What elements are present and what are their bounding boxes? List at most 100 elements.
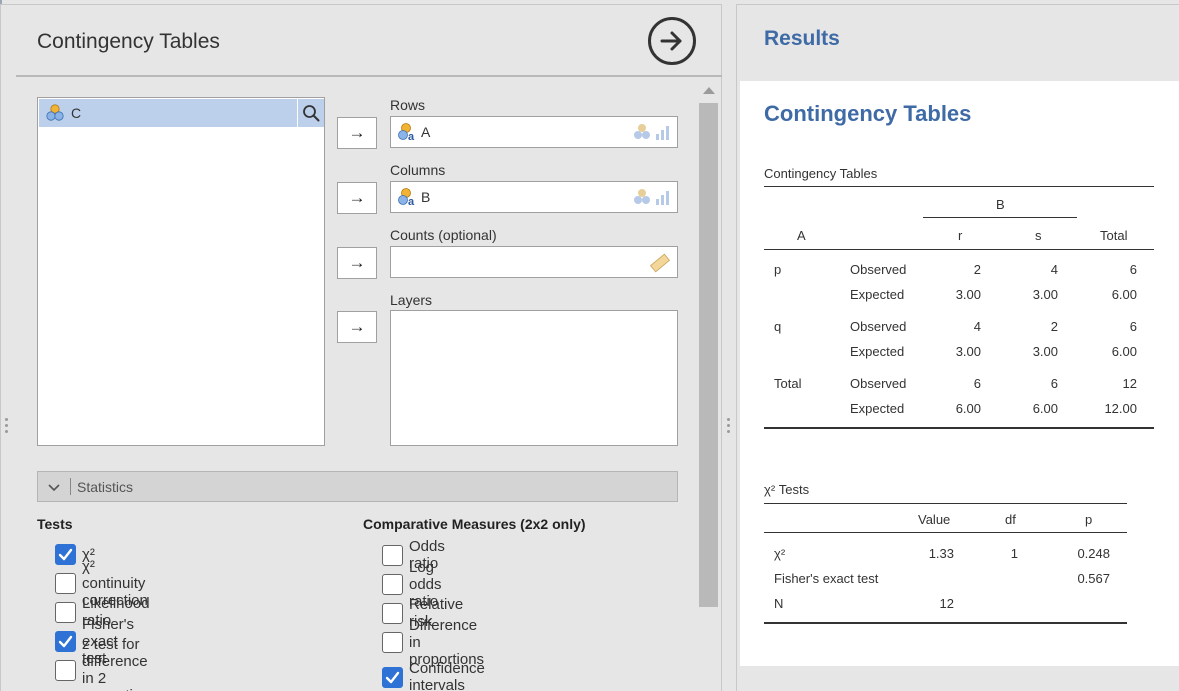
header-divider [16, 75, 722, 77]
chi-cell-p: 0.567 [1077, 571, 1110, 586]
table-rule [764, 503, 1127, 504]
comparative-option[interactable]: Log odds ratio [382, 559, 442, 610]
arrow-right-icon: → [348, 253, 366, 272]
svg-text:a: a [408, 131, 415, 142]
ct-cell-col2: 6.00 [1032, 401, 1058, 416]
results-title: Results [764, 27, 840, 50]
test-option-label: z test for difference in 2 proportions [82, 636, 157, 691]
ct-row-type: Expected [850, 287, 905, 302]
search-button[interactable] [297, 99, 324, 127]
results-heading: Contingency Tables [764, 101, 972, 126]
ct-cell-col1: 2 [973, 262, 981, 277]
ct-cell-total: 12.00 [1104, 401, 1137, 416]
allowed-types-icon [631, 188, 671, 206]
comparative-option[interactable]: Difference in proportions [382, 617, 484, 668]
ct-cell-col2: 3.00 [1032, 344, 1058, 359]
ct-cell-col1: 6.00 [955, 401, 981, 416]
checkmark-icon [385, 671, 400, 683]
checkbox-checked[interactable] [382, 666, 403, 688]
move-to-columns-button[interactable]: → [337, 182, 377, 214]
ruler-icon [649, 253, 671, 273]
checkbox[interactable] [55, 659, 76, 681]
ct-header-col2: s [1035, 228, 1042, 243]
rows-box[interactable]: a A [390, 116, 678, 148]
ct-cell-col2: 4 [1050, 262, 1058, 277]
ct-cell-total: 12 [1122, 376, 1137, 391]
checkbox[interactable] [55, 572, 76, 594]
chi-header-p: p [1085, 512, 1093, 527]
ct-row-group: q [774, 319, 782, 334]
arrow-right-icon: → [348, 123, 366, 142]
splitter-handle[interactable] [727, 418, 731, 436]
run-button[interactable] [648, 17, 696, 65]
ct-header-total: Total [1100, 228, 1128, 243]
scroll-up-icon[interactable] [703, 87, 715, 94]
table-rule [923, 217, 1077, 218]
table-rule [764, 622, 1127, 624]
table-rule [764, 427, 1154, 429]
chi-row-name: N [774, 596, 784, 611]
test-option[interactable]: z test for difference in 2 proportions [55, 636, 157, 691]
move-to-counts-button[interactable]: → [337, 247, 377, 279]
ct-cell-col1: 3.00 [955, 287, 981, 302]
svg-text:a: a [408, 196, 415, 207]
nominal-variable-icon [46, 104, 64, 121]
table-rule [764, 532, 1127, 533]
variable-item-c[interactable]: C [39, 99, 297, 127]
ct-header-row-var: A [797, 228, 806, 243]
ct-cell-col2: 3.00 [1032, 287, 1058, 302]
ct-cell-col2: 6 [1050, 376, 1058, 391]
chi-cell-p: 0.248 [1077, 546, 1110, 561]
nominal-text-variable-icon: a [398, 123, 415, 142]
chi-header-value: Value [918, 512, 951, 527]
checkbox-checked[interactable] [55, 543, 76, 565]
columns-label: Columns [390, 162, 446, 178]
chi-cell-df: 1 [1010, 546, 1018, 561]
ct-cell-col1: 3.00 [955, 344, 981, 359]
checkbox[interactable] [382, 602, 403, 624]
ct-cell-total: 6.00 [1111, 287, 1137, 302]
ct-row-type: Observed [850, 319, 907, 334]
ct-cell-total: 6 [1129, 262, 1137, 277]
analysis-title: Contingency Tables [37, 30, 220, 53]
chi-cell-value: 1.33 [928, 546, 954, 561]
table-rule [764, 186, 1154, 187]
move-to-layers-button[interactable]: → [337, 311, 377, 343]
checkbox[interactable] [55, 601, 76, 623]
checkbox-checked[interactable] [55, 630, 76, 652]
counts-label: Counts (optional) [390, 227, 497, 243]
comparative-option[interactable]: Confidence intervals [382, 660, 485, 691]
test-option[interactable]: χ² continuity correction [55, 558, 148, 609]
divider [70, 478, 71, 495]
statistics-header-label: Statistics [77, 478, 134, 495]
comparative-option-label: Confidence intervals [409, 660, 485, 691]
columns-box[interactable]: a B [390, 181, 678, 213]
splitter-handle[interactable] [5, 418, 9, 436]
ct-row-group: Total [774, 376, 802, 391]
variable-list[interactable]: C [37, 97, 325, 446]
ct-row-group: p [774, 262, 782, 277]
ct-row-type: Expected [850, 344, 905, 359]
checkbox[interactable] [382, 544, 403, 566]
ct-header-col1: r [958, 228, 963, 243]
ct-row-type: Expected [850, 401, 905, 416]
counts-box[interactable] [390, 246, 678, 278]
checkmark-icon [58, 635, 73, 647]
chi-header-df: df [1005, 512, 1016, 527]
ct-col-group-label: B [996, 197, 1005, 212]
ct-cell-col2: 2 [1050, 319, 1058, 334]
checkbox[interactable] [382, 573, 403, 595]
checkbox[interactable] [382, 631, 403, 653]
scrollbar-thumb[interactable] [699, 103, 718, 607]
rows-value: A [421, 124, 431, 140]
tests-heading: Tests [37, 516, 73, 532]
nominal-text-variable-icon: a [398, 188, 415, 207]
statistics-section-header[interactable]: Statistics [37, 471, 678, 502]
comparative-heading: Comparative Measures (2x2 only) [363, 516, 586, 532]
ct-cell-col1: 4 [973, 319, 981, 334]
rows-label: Rows [390, 97, 426, 113]
layers-box[interactable] [390, 310, 678, 446]
ct-table-title: Contingency Tables [764, 166, 878, 181]
chevron-down-icon [38, 479, 70, 495]
move-to-rows-button[interactable]: → [337, 117, 377, 149]
